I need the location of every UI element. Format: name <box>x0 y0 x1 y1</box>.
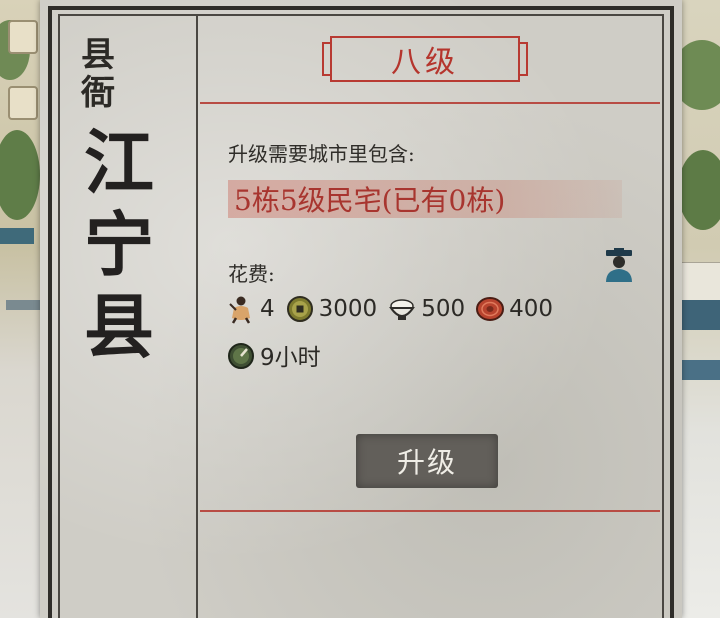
copper-coin-icon <box>285 294 315 324</box>
side-tab-2[interactable] <box>8 86 38 120</box>
level-banner: 八级 <box>322 36 528 82</box>
worker-value: 4 <box>260 296 275 322</box>
office-label: 县衙 <box>81 35 115 113</box>
red-divider-top <box>200 102 660 104</box>
cost-label: 花费: <box>228 262 275 286</box>
side-tab-1[interactable] <box>8 20 38 54</box>
wood-log-icon <box>475 294 505 324</box>
coin-value: 3000 <box>318 296 378 322</box>
wood-value: 400 <box>509 296 553 322</box>
county-name: 江宁县 <box>84 121 154 368</box>
cost-item-workers: 4 <box>226 294 275 324</box>
rice-value: 500 <box>421 296 466 322</box>
requirement-text: 5栋5级民宅(已有0栋) <box>234 184 506 217</box>
official-icon[interactable] <box>602 248 636 284</box>
cost-row: 4 3000 500 400 <box>226 294 563 324</box>
time-value: 9小时 <box>260 345 321 371</box>
title-column-divider <box>196 14 198 618</box>
level-text: 八级 <box>391 45 459 80</box>
time-row: 9小时 <box>226 338 331 372</box>
worker-icon <box>226 294 256 324</box>
upgrade-button-label: 升级 <box>396 446 457 479</box>
cost-item-wood: 400 <box>475 294 553 324</box>
cost-item-coins: 3000 <box>285 294 378 324</box>
rice-bowl-icon <box>387 294 417 324</box>
cost-item-time: 9小时 <box>226 338 321 372</box>
red-divider-bottom <box>200 510 660 512</box>
requirement-highlight: 5栋5级民宅(已有0栋) <box>228 180 622 218</box>
upgrade-button[interactable]: 升级 <box>356 434 498 488</box>
cost-item-rice: 500 <box>387 294 465 324</box>
requirement-label: 升级需要城市里包含: <box>228 142 415 166</box>
time-icon <box>226 340 256 370</box>
